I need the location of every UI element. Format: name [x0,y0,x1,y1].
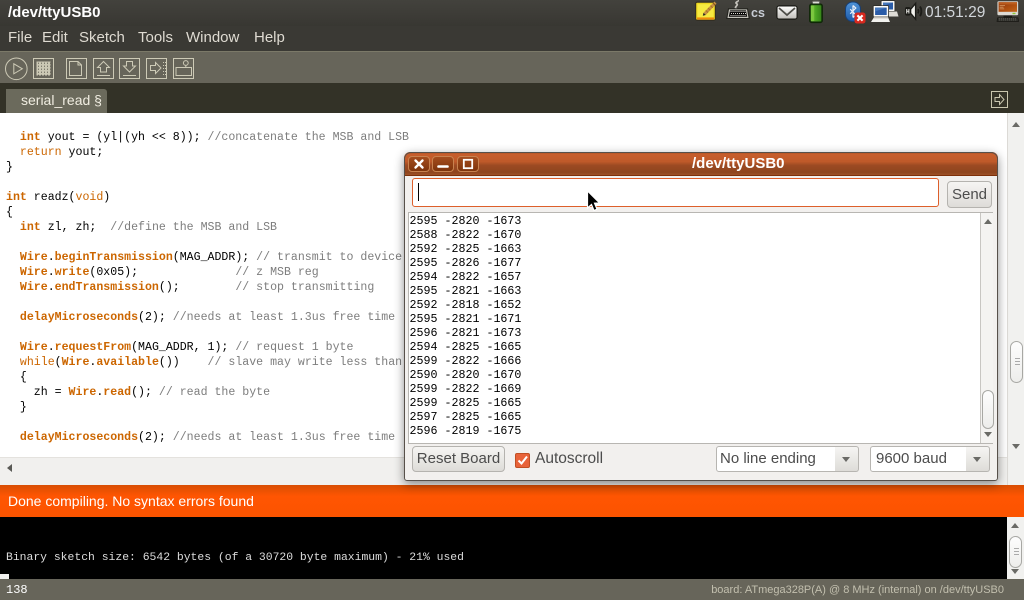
svg-text:cs: cs [751,6,765,20]
